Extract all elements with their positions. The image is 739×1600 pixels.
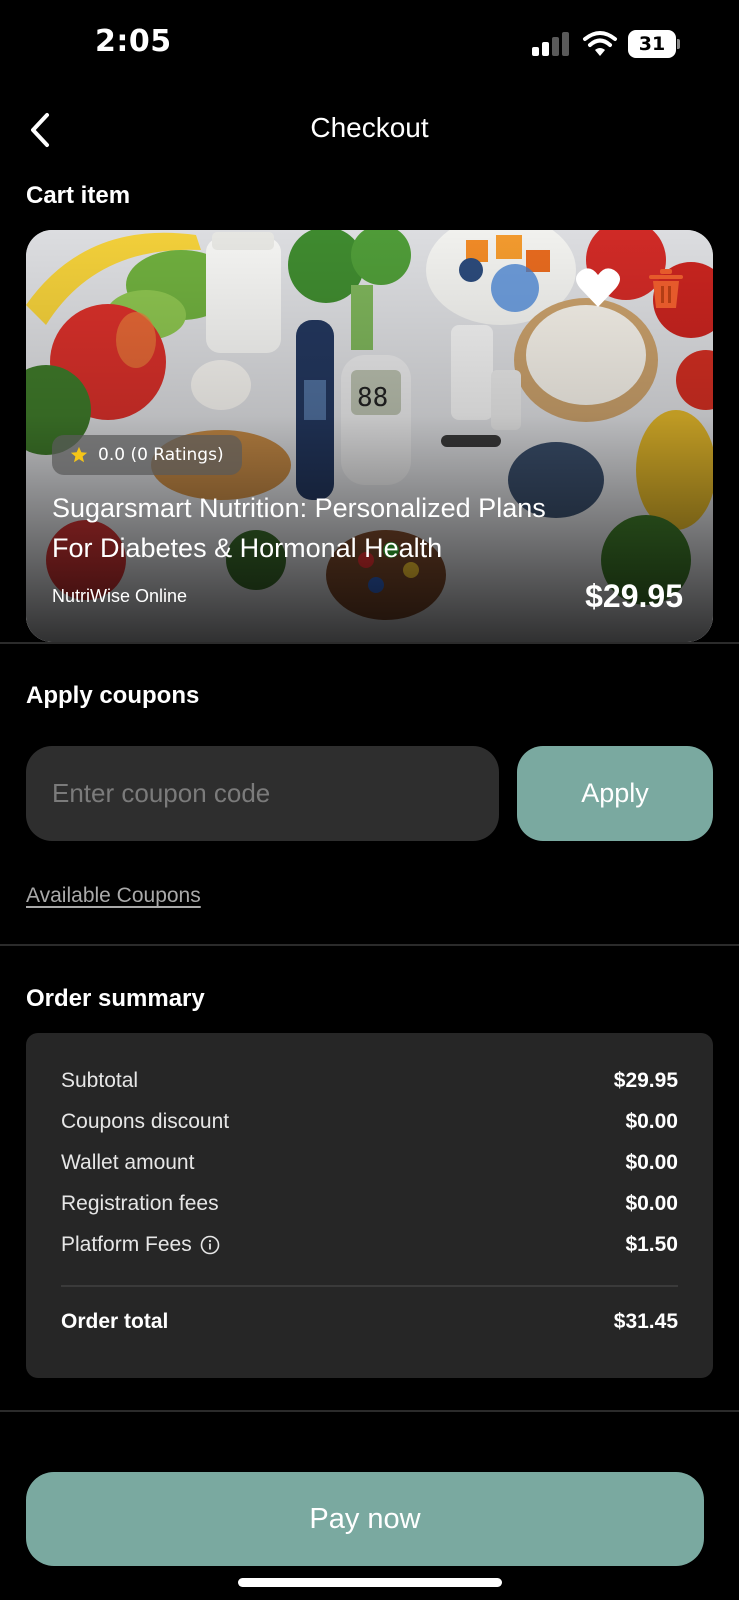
trash-icon[interactable] <box>646 266 686 310</box>
status-time: 2:05 <box>95 24 172 59</box>
summary-row-coupons-discount: Coupons discount $0.00 <box>61 1110 678 1134</box>
summary-label: Subtotal <box>61 1069 139 1092</box>
rating-badge: 0.0 (0 Ratings) <box>52 435 242 475</box>
divider <box>0 1410 739 1412</box>
order-total-label: Order total <box>61 1310 169 1333</box>
summary-value: $29.95 <box>613 1069 678 1092</box>
coupon-code-input[interactable] <box>26 746 499 841</box>
cart-item-card[interactable]: 88 0.0 (0 Ratings) <box>26 230 713 642</box>
seller-name: NutriWise Online <box>52 586 188 606</box>
summary-row-order-total: Order total $31.45 <box>61 1310 678 1334</box>
pay-now-button[interactable]: Pay now <box>26 1472 704 1566</box>
summary-row-registration-fees: Registration fees $0.00 <box>61 1192 678 1216</box>
info-icon[interactable] <box>200 1235 220 1255</box>
divider <box>0 642 739 644</box>
summary-label: Registration fees <box>61 1192 219 1215</box>
summary-row-platform-fees: Platform Fees $1.50 <box>61 1233 678 1257</box>
summary-row-subtotal: Subtotal $29.95 <box>61 1069 678 1093</box>
summary-value: $1.50 <box>625 1233 678 1256</box>
battery-icon: 31 <box>628 30 680 58</box>
apply-coupon-button[interactable]: Apply <box>517 746 713 841</box>
summary-divider <box>61 1285 678 1287</box>
summary-value: $0.00 <box>625 1192 678 1215</box>
summary-value: $0.00 <box>625 1110 678 1133</box>
summary-label: Platform Fees <box>61 1233 192 1256</box>
product-title: Sugarsmart Nutrition: Personalized Plans… <box>52 493 546 563</box>
order-summary-title: Order summary <box>26 985 205 1012</box>
rating-text: 0.0 (0 Ratings) <box>98 445 224 465</box>
coupons-section-title: Apply coupons <box>26 682 200 709</box>
order-summary-card: Subtotal $29.95 Coupons discount $0.00 W… <box>26 1033 713 1378</box>
page-title: Checkout <box>310 112 429 143</box>
heart-icon[interactable] <box>574 266 622 310</box>
product-price: $29.95 <box>585 578 683 614</box>
star-icon <box>70 446 88 463</box>
summary-label: Coupons discount <box>61 1110 230 1133</box>
status-bar: 2:05 31 <box>0 0 739 90</box>
overlay-indicator-icon <box>491 264 539 312</box>
home-indicator[interactable] <box>238 1578 502 1587</box>
cellular-signal-icon <box>532 32 572 56</box>
available-coupons-link[interactable]: Available Coupons <box>26 884 201 908</box>
divider <box>0 944 739 946</box>
summary-label: Wallet amount <box>61 1151 195 1174</box>
cart-section-title: Cart item <box>26 182 131 209</box>
wifi-icon <box>583 31 617 56</box>
order-total-value: $31.45 <box>613 1310 678 1333</box>
summary-row-wallet-amount: Wallet amount $0.00 <box>61 1151 678 1175</box>
battery-level: 31 <box>628 30 676 58</box>
summary-value: $0.00 <box>625 1151 678 1174</box>
